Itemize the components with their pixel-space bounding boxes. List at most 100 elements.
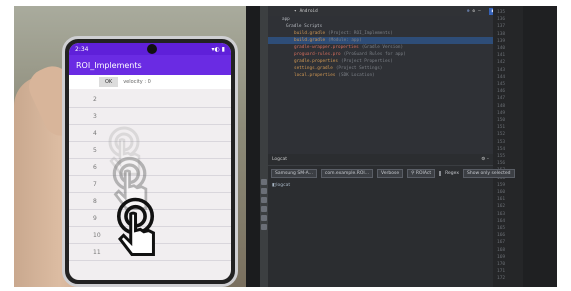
line-number: 162: [497, 204, 506, 210]
line-number: 153: [497, 139, 506, 145]
tree-item-hint: (Gradle Version): [361, 45, 404, 50]
tree-item[interactable]: settings.gradle (Project Settings): [268, 65, 523, 72]
line-number: 139: [497, 38, 506, 44]
line-number: 143: [497, 67, 506, 73]
tree-item-hint: (Project Properties): [340, 59, 393, 64]
gear-icon[interactable]: ⚙: [473, 9, 476, 14]
tree-item-label: build.gradle: [294, 38, 326, 43]
control-row: OK velocity : 0: [69, 75, 231, 89]
line-number: 150: [497, 118, 506, 123]
logcat-tab-label: logcat: [276, 182, 291, 188]
line-number: 156: [497, 161, 506, 167]
tree-item[interactable]: proguard-rules.pro (ProGuard Rules for ap…: [268, 51, 523, 58]
search-value: ROIAct: [415, 170, 432, 176]
logcat-tab[interactable]: ◧ logcat: [268, 180, 493, 190]
tree-item-label: gradle-wrapper.properties: [294, 45, 359, 50]
line-number: 142: [497, 60, 506, 66]
logcat-title: Logcat: [272, 157, 288, 162]
monitor-bezel: [246, 6, 260, 287]
tree-item-hint: (SDK Location): [338, 73, 375, 78]
tree-item-label: build.gradle: [294, 31, 326, 36]
line-number: 151: [497, 125, 506, 131]
filter-dropdown[interactable]: Show only selected: [462, 168, 515, 178]
line-number: 144: [497, 74, 506, 80]
scroll-icon[interactable]: [261, 188, 267, 194]
app-bar: ROI_Implements: [69, 55, 231, 75]
package-dropdown[interactable]: com.example.ROI...: [320, 168, 374, 178]
tree-item[interactable]: local.properties (SDK Location): [268, 72, 523, 79]
line-number: 145: [497, 82, 506, 87]
restart-icon[interactable]: [261, 197, 267, 203]
line-number: 171: [497, 269, 506, 275]
logcat-header: Logcat ⚙ –: [268, 154, 493, 166]
line-number: 138: [497, 31, 506, 37]
tap-gesture-icon: [116, 197, 155, 256]
line-number: 140: [497, 46, 506, 51]
line-number: 141: [497, 53, 506, 59]
gear-icon[interactable]: ⚙ –: [481, 157, 489, 162]
project-view-dropdown[interactable]: Android: [300, 9, 318, 14]
line-number: 149: [497, 110, 506, 116]
list-item[interactable]: 3: [69, 108, 231, 125]
tree-item-label: settings.gradle: [294, 66, 333, 71]
tree-item[interactable]: build.gradle (Project: ROI_Implements): [268, 30, 523, 37]
line-number: 152: [497, 132, 506, 138]
line-number: 167: [497, 240, 506, 246]
line-number: 148: [497, 103, 506, 109]
velocity-text: velocity : 0: [123, 79, 151, 85]
sync-icon[interactable]: ⊕: [467, 9, 470, 14]
tree-item-label: app: [282, 17, 290, 22]
line-number: 137: [497, 24, 506, 30]
tree-item[interactable]: gradle-wrapper.properties (Gradle Version…: [268, 44, 523, 51]
line-number: 169: [497, 254, 506, 260]
tree-item-label: Gradle Scripts: [286, 24, 323, 29]
settings-icon[interactable]: [261, 224, 267, 230]
project-panel: ▾ Android ⊕ ⚙ – ■■■■■■■■■ app Gradle Scri…: [268, 6, 523, 154]
logcat-toolbar: Samsung SM-A... com.example.ROI... Verbo…: [268, 166, 515, 180]
device-dropdown[interactable]: Samsung SM-A...: [271, 168, 317, 178]
tree-item[interactable]: Gradle Scripts: [268, 23, 523, 30]
clear-icon[interactable]: [261, 179, 267, 185]
pause-icon[interactable]: [261, 206, 267, 212]
status-time: 2:34: [75, 45, 89, 53]
regex-checkbox[interactable]: [439, 170, 442, 176]
tree-item-label: proguard-rules.pro: [294, 52, 341, 57]
line-number: 165: [497, 226, 506, 231]
chevron-down-icon[interactable]: ▾: [294, 9, 297, 14]
search-input[interactable]: ⚲ ROIAct: [407, 168, 436, 178]
tree-item-hint: (ProGuard Rules for app): [343, 52, 406, 57]
logcat-panel: Logcat ⚙ – Samsung SM-A... com.example.R…: [268, 154, 515, 287]
project-toolbar: ▾ Android ⊕ ⚙ – ■■■■■■■■■: [268, 6, 523, 16]
ok-button[interactable]: OK: [99, 77, 119, 87]
list-item[interactable]: 2: [69, 91, 231, 108]
line-number: 147: [497, 96, 506, 102]
regex-label: Regex: [445, 170, 459, 176]
line-number: 159: [497, 182, 506, 188]
project-tree: app Gradle Scripts build.gradle (Project: R…: [268, 16, 523, 79]
line-number: 164: [497, 218, 506, 224]
tree-item-hint: (Module: app): [328, 38, 362, 43]
line-number: 160: [497, 190, 506, 195]
line-number: 161: [497, 197, 506, 203]
minimize-icon[interactable]: –: [478, 9, 481, 14]
logcat-side-toolbar: [260, 176, 268, 287]
line-number: 154: [497, 146, 506, 152]
line-number: 136: [497, 17, 506, 23]
line-number: 170: [497, 262, 506, 267]
line-number: 168: [497, 247, 506, 253]
line-number: 163: [497, 211, 506, 217]
log-level-dropdown[interactable]: Verbose: [377, 168, 404, 178]
photo: 2:34 ▾◐ ▮ ROI_Implements OK velocity : 0…: [14, 6, 557, 287]
tree-item[interactable]: build.gradle (Module: app): [268, 37, 523, 44]
line-number: 135: [497, 10, 506, 15]
tree-item-hint: (Project Settings): [335, 66, 383, 71]
app-title: ROI_Implements: [76, 60, 142, 70]
tree-item[interactable]: app: [268, 16, 523, 23]
line-number: 146: [497, 89, 506, 95]
tree-item[interactable]: gradle.properties (Project Properties): [268, 58, 523, 65]
camera-notch: [147, 44, 157, 54]
code-editor[interactable]: [523, 6, 557, 287]
line-number: 155: [497, 154, 506, 159]
print-icon[interactable]: [261, 215, 267, 221]
status-icons: ▾◐ ▮: [211, 45, 225, 53]
